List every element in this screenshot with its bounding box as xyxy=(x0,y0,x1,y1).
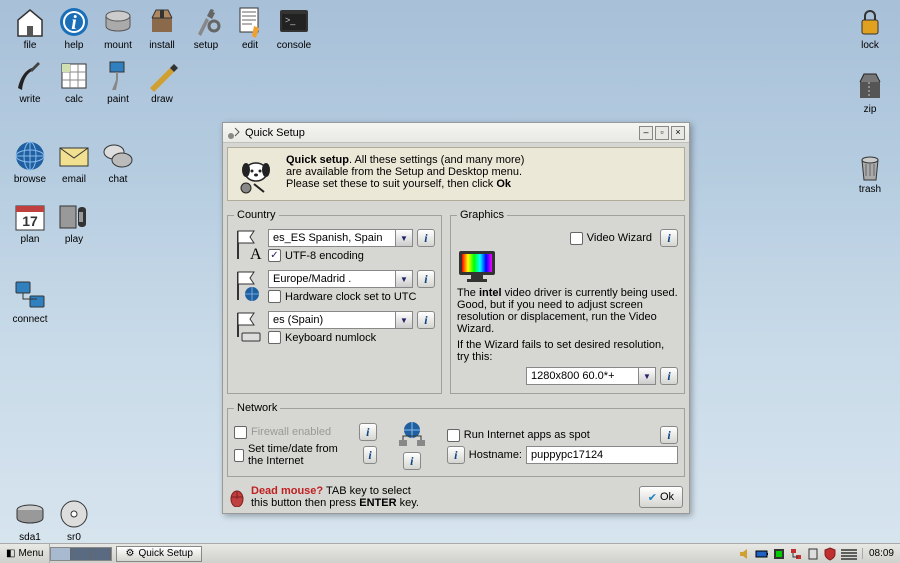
spot-info-button[interactable]: i xyxy=(660,426,678,444)
spot-checkbox[interactable] xyxy=(447,429,460,442)
svg-text:A: A xyxy=(250,246,262,263)
taskbar: ◧Menu ⚙Quick Setup 08:09 xyxy=(0,543,900,563)
titlebar[interactable]: Quick Setup – ▫ × xyxy=(223,123,689,143)
tray-battery-icon[interactable] xyxy=(755,547,769,561)
desktop-icon-sda1[interactable]: sda1 xyxy=(8,498,52,543)
desktop-icon-plan[interactable]: 17plan xyxy=(8,200,52,245)
network-icon xyxy=(395,420,429,450)
footer-hint: Dead mouse? TAB key to select this butto… xyxy=(251,485,419,509)
keyboard-info-button[interactable]: i xyxy=(417,311,435,329)
ok-button[interactable]: ✔Ok xyxy=(639,486,683,508)
resolution-select[interactable]: 1280x800 60.0*+ xyxy=(526,367,656,385)
spot-label: Run Internet apps as spot xyxy=(464,429,590,441)
locale-icon: A xyxy=(234,227,262,263)
monitor-icon xyxy=(457,249,497,283)
timezone-info-button[interactable]: i xyxy=(417,270,435,288)
desktop-icon-chat[interactable]: chat xyxy=(96,140,140,185)
country-legend: Country xyxy=(234,209,279,221)
network-info-button[interactable]: i xyxy=(403,452,421,470)
utf8-checkbox[interactable]: ✓ xyxy=(268,249,281,262)
ntp-checkbox[interactable] xyxy=(234,449,244,462)
firewall-label: Firewall enabled xyxy=(251,426,331,438)
hwclock-label: Hardware clock set to UTC xyxy=(285,291,416,303)
svg-text:17: 17 xyxy=(22,213,38,229)
firewall-info-button[interactable]: i xyxy=(359,423,377,441)
locale-select[interactable]: es_ES Spanish, Spain xyxy=(268,229,413,247)
desktop-switcher[interactable] xyxy=(50,547,112,561)
taskbar-clock[interactable]: 08:09 xyxy=(862,548,900,559)
utf8-label: UTF-8 encoding xyxy=(285,250,364,262)
timezone-icon xyxy=(234,268,262,304)
desktop-icon-mount[interactable]: mount xyxy=(96,6,140,51)
tray-volume-icon[interactable] xyxy=(738,547,752,561)
ntp-label: Set time/date from the Internet xyxy=(248,443,355,467)
svg-text:i: i xyxy=(71,12,77,34)
network-fieldset: Network Firewall enabled i Set time/date … xyxy=(227,402,685,477)
tray-cpu-icon[interactable] xyxy=(772,547,786,561)
taskbar-item-quicksetup[interactable]: ⚙Quick Setup xyxy=(116,546,201,562)
mouse-icon xyxy=(229,487,245,507)
desktop-icon-lock[interactable]: lock xyxy=(848,6,892,51)
hostname-info-button[interactable]: i xyxy=(447,446,465,464)
quick-setup-window: Quick Setup – ▫ × Quick setup. All these… xyxy=(222,122,690,514)
video-wizard-label: Video Wizard xyxy=(587,232,652,244)
minimize-button[interactable]: – xyxy=(639,126,653,140)
gear-icon: ⚙ xyxy=(125,548,134,559)
locale-info-button[interactable]: i xyxy=(417,229,435,247)
banner-text: Quick setup. All these settings (and man… xyxy=(286,154,524,194)
desktop-icon-file[interactable]: file xyxy=(8,6,52,51)
desktop-icon-calc[interactable]: calc xyxy=(52,60,96,105)
resolution-info-button[interactable]: i xyxy=(660,367,678,385)
menu-icon: ◧ xyxy=(6,548,15,559)
desktop-icon-install[interactable]: install xyxy=(140,6,184,51)
tray-network-icon[interactable] xyxy=(789,547,803,561)
graphics-legend: Graphics xyxy=(457,209,507,221)
desktop-icon-edit[interactable]: edit xyxy=(228,6,272,51)
desktop-icon-setup[interactable]: setup xyxy=(184,6,228,51)
tray-firewall-icon[interactable] xyxy=(823,547,837,561)
desktop-icon-paint[interactable]: paint xyxy=(96,60,140,105)
firewall-checkbox xyxy=(234,426,247,439)
tray-bars-icon[interactable] xyxy=(840,547,858,561)
numlock-label: Keyboard numlock xyxy=(285,332,376,344)
check-icon: ✔ xyxy=(648,491,657,504)
window-title: Quick Setup xyxy=(245,127,305,139)
puppy-icon xyxy=(236,154,276,194)
graphics-text: The intel video driver is currently bein… xyxy=(457,287,678,335)
keyboard-icon xyxy=(234,309,262,345)
network-legend: Network xyxy=(234,402,280,414)
desktop-icon-help[interactable]: ihelp xyxy=(52,6,96,51)
window-footer: Dead mouse? TAB key to select this butto… xyxy=(223,481,689,513)
desktop-icon-play[interactable]: play xyxy=(52,200,96,245)
country-fieldset: Country A es_ES Spanish, Spaini ✓UTF-8 e… xyxy=(227,209,442,394)
desktop-icon-write[interactable]: write xyxy=(8,60,52,105)
desktop-icon-zip[interactable]: zip xyxy=(848,70,892,115)
video-wizard-info-button[interactable]: i xyxy=(660,229,678,247)
hwclock-checkbox[interactable] xyxy=(268,290,281,303)
banner: Quick setup. All these settings (and man… xyxy=(227,147,685,201)
system-tray xyxy=(734,547,862,561)
maximize-button[interactable]: ▫ xyxy=(655,126,669,140)
menu-button[interactable]: ◧Menu xyxy=(0,544,50,563)
timezone-select[interactable]: Europe/Madrid . xyxy=(268,270,413,288)
desktop-icon-browse[interactable]: browse xyxy=(8,140,52,185)
hostname-input[interactable] xyxy=(526,446,678,464)
window-icon xyxy=(227,126,241,140)
close-button[interactable]: × xyxy=(671,126,685,140)
desktop-icon-sr0[interactable]: sr0 xyxy=(52,498,96,543)
tray-clipboard-icon[interactable] xyxy=(806,547,820,561)
numlock-checkbox[interactable] xyxy=(268,331,281,344)
desktop-icon-email[interactable]: email xyxy=(52,140,96,185)
desktop-icon-trash[interactable]: trash xyxy=(848,150,892,195)
desktop-icon-console[interactable]: >_console xyxy=(272,6,316,51)
desktop-icon-connect[interactable]: connect xyxy=(8,280,52,325)
ntp-info-button[interactable]: i xyxy=(363,446,377,464)
desktop-icon-draw[interactable]: draw xyxy=(140,60,184,105)
video-wizard-checkbox[interactable] xyxy=(570,232,583,245)
svg-text:>_: >_ xyxy=(285,15,296,25)
graphics-text2: If the Wizard fails to set desired resol… xyxy=(457,339,678,363)
keyboard-select[interactable]: es (Spain) xyxy=(268,311,413,329)
graphics-fieldset: Graphics Video Wizard i The intel video d… xyxy=(450,209,685,394)
hostname-label: Hostname: xyxy=(469,449,522,461)
